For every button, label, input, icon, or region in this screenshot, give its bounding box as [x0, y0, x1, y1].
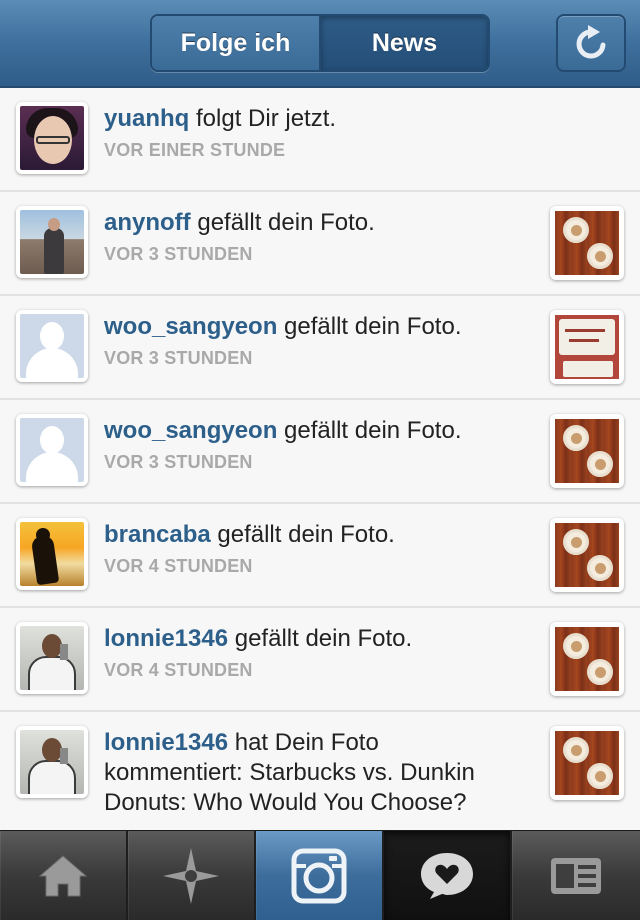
username-link[interactable]: woo_sangyeon — [104, 313, 277, 340]
avatar[interactable] — [16, 206, 88, 278]
username-link[interactable]: brancaba — [104, 521, 211, 548]
profile-icon — [551, 858, 601, 894]
avatar[interactable] — [16, 622, 88, 694]
news-heart-icon — [421, 853, 473, 899]
tab-home[interactable] — [0, 831, 128, 920]
action-text: folgt Dir jetzt. — [189, 105, 337, 132]
feed-item[interactable]: lonnie1346 gefällt dein Foto. VOR 4 STUN… — [0, 608, 640, 712]
avatar[interactable] — [16, 414, 88, 486]
action-text: gefällt dein Foto. — [277, 313, 462, 340]
feed-item-text: yuanhq folgt Dir jetzt. VOR EINER STUNDE — [104, 104, 534, 161]
photo-thumbnail[interactable] — [550, 518, 624, 592]
timestamp: VOR 3 STUNDEN — [104, 244, 253, 264]
photo-thumbnail[interactable] — [550, 414, 624, 488]
username-link[interactable]: lonnie1346 — [104, 729, 228, 756]
home-icon — [38, 855, 88, 897]
feed-item[interactable]: lonnie1346 hat Dein Foto kommentiert: St… — [0, 712, 640, 830]
feed-item-text: woo_sangyeon gefällt dein Foto. VOR 3 ST… — [104, 416, 534, 473]
top-nav-bar: Folge ich News — [0, 0, 640, 88]
feed-item[interactable]: yuanhq folgt Dir jetzt. VOR EINER STUNDE — [0, 88, 640, 192]
feed-item[interactable]: brancaba gefällt dein Foto. VOR 4 STUNDE… — [0, 504, 640, 608]
feed-item-text: anynoff gefällt dein Foto. VOR 3 STUNDEN — [104, 208, 534, 265]
timestamp: VOR 4 STUNDEN — [104, 660, 253, 680]
photo-thumbnail[interactable] — [550, 310, 624, 384]
timestamp: VOR 4 STUNDEN — [104, 556, 253, 576]
username-link[interactable]: anynoff — [104, 209, 191, 236]
refresh-button[interactable] — [556, 14, 626, 72]
photo-thumbnail[interactable] — [550, 622, 624, 696]
refresh-icon — [576, 25, 606, 59]
camera-icon — [291, 848, 347, 904]
feed-item-text: lonnie1346 gefällt dein Foto. VOR 4 STUN… — [104, 624, 534, 681]
bottom-tab-bar — [0, 830, 640, 920]
feed-item[interactable]: woo_sangyeon gefällt dein Foto. VOR 3 ST… — [0, 400, 640, 504]
action-text: gefällt dein Foto. — [210, 521, 395, 548]
tab-explore[interactable] — [128, 831, 256, 920]
username-link[interactable]: woo_sangyeon — [104, 417, 277, 444]
explore-icon — [163, 848, 219, 904]
timestamp: VOR 3 STUNDEN — [104, 452, 253, 472]
feed-item-text: lonnie1346 hat Dein Foto kommentiert: St… — [104, 728, 524, 818]
avatar[interactable] — [16, 310, 88, 382]
tab-news[interactable] — [384, 831, 512, 920]
segment-news-button[interactable]: News — [321, 16, 488, 70]
username-link[interactable]: yuanhq — [104, 105, 189, 132]
feed-item-text: brancaba gefällt dein Foto. VOR 4 STUNDE… — [104, 520, 534, 577]
username-link[interactable]: lonnie1346 — [104, 625, 228, 652]
feed-item[interactable]: woo_sangyeon gefällt dein Foto. VOR 3 ST… — [0, 296, 640, 400]
photo-thumbnail[interactable] — [550, 726, 624, 800]
tab-profile[interactable] — [512, 831, 640, 920]
action-text: gefällt dein Foto. — [277, 417, 462, 444]
avatar[interactable] — [16, 102, 88, 174]
feed-item[interactable]: anynoff gefällt dein Foto. VOR 3 STUNDEN — [0, 192, 640, 296]
feed-segmented-control: Folge ich News — [150, 14, 490, 72]
action-text: gefällt dein Foto. — [190, 209, 375, 236]
timestamp: VOR 3 STUNDEN — [104, 348, 253, 368]
feed-item-text: woo_sangyeon gefällt dein Foto. VOR 3 ST… — [104, 312, 534, 369]
action-text: gefällt dein Foto. — [228, 625, 413, 652]
segment-following-button[interactable]: Folge ich — [152, 16, 321, 70]
avatar[interactable] — [16, 726, 88, 798]
tab-camera[interactable] — [256, 831, 384, 920]
avatar[interactable] — [16, 518, 88, 590]
news-feed-list: yuanhq folgt Dir jetzt. VOR EINER STUNDE… — [0, 88, 640, 830]
timestamp: VOR EINER STUNDE — [104, 140, 286, 160]
photo-thumbnail[interactable] — [550, 206, 624, 280]
